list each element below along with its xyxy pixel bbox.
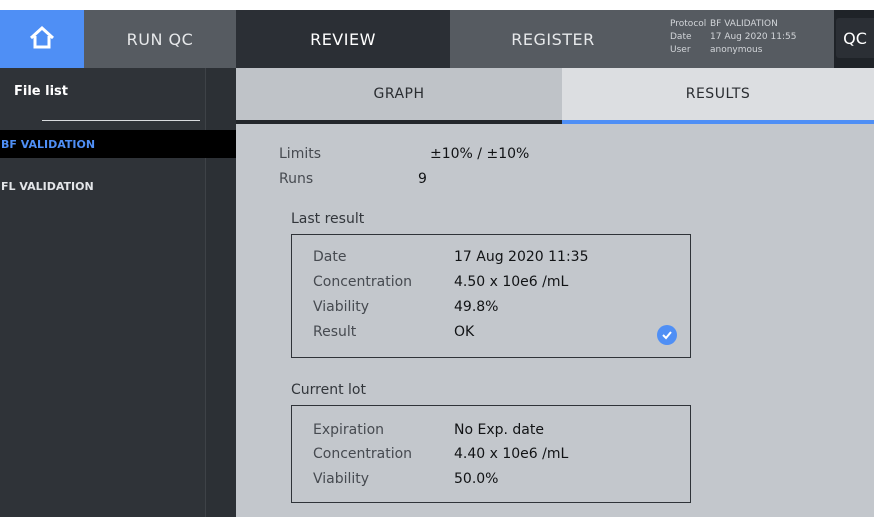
tab-results[interactable]: RESULTS	[562, 68, 874, 120]
session-info: Protocol BF VALIDATION Date 17 Aug 2020 …	[656, 10, 834, 68]
date-label: Date	[670, 32, 692, 42]
tab-register[interactable]: REGISTER	[450, 10, 656, 68]
limits-label: Limits	[279, 146, 321, 162]
protocol-value: BF VALIDATION	[710, 19, 778, 29]
check-circle-icon	[657, 325, 677, 345]
last-date-value: 17 Aug 2020 11:35	[454, 249, 589, 265]
lot-concentration-label: Concentration	[313, 446, 413, 462]
last-result-title: Last result	[291, 211, 365, 227]
lot-concentration-value: 4.40 x 10e6 /mL	[454, 446, 569, 462]
home-icon	[27, 25, 57, 53]
user-value: anonymous	[710, 45, 763, 55]
lot-viability-label: Viability	[313, 471, 370, 487]
limits-value: ±10% / ±10%	[430, 146, 530, 162]
last-result-label: Result	[313, 324, 357, 340]
date-row: Date 17 Aug 2020 11:55	[670, 32, 796, 42]
last-concentration-label: Concentration	[313, 274, 413, 290]
file-item-fl-validation[interactable]: FL VALIDATION	[0, 172, 236, 200]
file-item-bf-validation[interactable]: BF VALIDATION	[0, 130, 236, 158]
last-concentration-value: 4.50 x 10e6 /mL	[454, 274, 569, 290]
view-tabs: GRAPH RESULTS	[236, 68, 874, 120]
protocol-label: Protocol	[670, 19, 707, 29]
qc-button[interactable]: QC	[836, 18, 874, 58]
last-date-label: Date	[313, 249, 347, 265]
lot-expiration-value: No Exp. date	[454, 422, 544, 438]
top-bar: RUN QC REVIEW REGISTER Protocol BF VALID…	[0, 10, 874, 68]
last-result-value: OK	[454, 324, 475, 340]
runs-value: 9	[418, 171, 427, 187]
date-value: 17 Aug 2020 11:55	[710, 32, 797, 42]
tab-graph[interactable]: GRAPH	[236, 68, 562, 120]
user-label: User	[670, 45, 691, 55]
lot-viability-value: 50.0%	[454, 471, 499, 487]
home-button[interactable]	[0, 10, 84, 68]
runs-label: Runs	[279, 171, 314, 187]
header-divider	[42, 120, 200, 121]
last-viability-value: 49.8%	[454, 299, 499, 315]
window-top-margin	[0, 0, 874, 10]
user-row: User anonymous	[670, 45, 762, 55]
file-list-header: File list	[14, 84, 68, 99]
last-viability-label: Viability	[313, 299, 370, 315]
lot-expiration-label: Expiration	[313, 422, 385, 438]
current-lot-box: Expiration No Exp. date Concentration 4.…	[291, 405, 691, 503]
current-lot-title: Current lot	[291, 382, 366, 398]
tab-review[interactable]: REVIEW	[236, 10, 450, 68]
results-panel: Limits ±10% / ±10% Runs 9 Last result Da…	[236, 124, 874, 517]
file-list-sidebar: File list BF VALIDATION FL VALIDATION	[0, 68, 237, 517]
last-result-box: Date 17 Aug 2020 11:35 Concentration 4.5…	[291, 234, 691, 358]
protocol-row: Protocol BF VALIDATION	[670, 19, 778, 29]
tab-run-qc[interactable]: RUN QC	[84, 10, 236, 68]
